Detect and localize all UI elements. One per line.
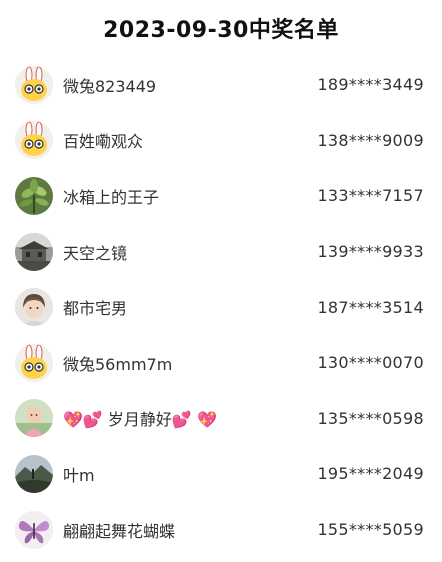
winner-phone: 195****2049 bbox=[317, 464, 424, 484]
person-avatar-icon bbox=[15, 288, 53, 327]
winner-phone: 133****7157 bbox=[317, 186, 424, 206]
rabbit-avatar-icon bbox=[15, 121, 53, 160]
list-item: 都市宅男 187****3514 bbox=[0, 279, 442, 335]
winner-name: 冰箱上的王子 bbox=[63, 187, 160, 207]
winner-phone: 130****0070 bbox=[317, 353, 424, 373]
winner-name: 微兔823449 bbox=[63, 76, 157, 96]
winner-phone: 155****5059 bbox=[317, 520, 424, 540]
winner-phone: 187****3514 bbox=[317, 297, 424, 317]
building-avatar-icon bbox=[15, 232, 53, 271]
winner-name: 翩翩起舞花蝴蝶 bbox=[63, 521, 176, 541]
list-item: 叶m 195****2049 bbox=[0, 446, 442, 502]
page-title: 2023-09-30中奖名单 bbox=[103, 18, 339, 43]
winner-phone: 139****9933 bbox=[317, 242, 424, 262]
winner-name: 微兔56mm7m bbox=[63, 354, 173, 374]
rabbit-avatar-icon bbox=[15, 343, 53, 382]
plant-avatar-icon bbox=[15, 176, 53, 215]
winner-name: 都市宅男 bbox=[63, 299, 128, 319]
list-item: 天空之镜 139****9933 bbox=[0, 224, 442, 280]
winner-name: 天空之镜 bbox=[63, 243, 128, 263]
winner-name: 叶m bbox=[63, 465, 95, 485]
list-item: 微兔823449 189****3449 bbox=[0, 57, 442, 113]
rabbit-avatar-icon bbox=[15, 65, 53, 104]
list-item: 冰箱上的王子 133****7157 bbox=[0, 168, 442, 224]
winner-name: 百姓嘞观众 bbox=[63, 132, 144, 152]
winner-phone: 189****3449 bbox=[317, 75, 424, 95]
winner-name: 💖💕 岁月静好💕 💖 bbox=[63, 410, 217, 430]
list-item: 💖💕 岁月静好💕 💖 135****0598 bbox=[0, 391, 442, 447]
winner-list-page: 2023-09-30中奖名单 微兔823449 189****3449 百姓嘞观… bbox=[0, 0, 442, 562]
winner-phone: 138****9009 bbox=[317, 130, 424, 150]
landscape-avatar-icon bbox=[15, 454, 53, 493]
list-item: 翩翩起舞花蝴蝶 155****5059 bbox=[0, 502, 442, 558]
list-item: 百姓嘞观众 138****9009 bbox=[0, 113, 442, 169]
child-avatar-icon bbox=[15, 399, 53, 438]
winner-list: 微兔823449 189****3449 百姓嘞观众 138****9009 冰… bbox=[0, 57, 442, 557]
list-item: 微兔56mm7m 130****0070 bbox=[0, 335, 442, 391]
winner-phone: 135****0598 bbox=[317, 408, 424, 428]
butterfly-avatar-icon bbox=[15, 510, 53, 549]
